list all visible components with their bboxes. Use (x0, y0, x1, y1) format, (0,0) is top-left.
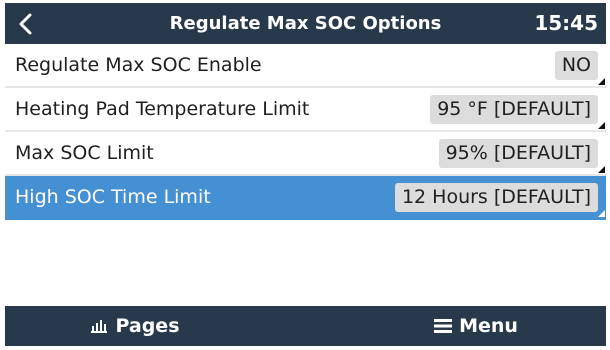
menu-icon (434, 319, 453, 333)
empty-list-area (5, 220, 606, 306)
clock: 15:45 (534, 11, 598, 35)
setting-row-heating-pad-temperature-limit[interactable]: Heating Pad Temperature Limit 95 °F [DEF… (5, 88, 606, 132)
bar-chart-icon (90, 319, 108, 333)
setting-value: NO (554, 51, 598, 80)
page-title: Regulate Max SOC Options (169, 13, 442, 34)
edit-corner-indicator (598, 78, 605, 85)
setting-value: 12 Hours [DEFAULT] (394, 183, 598, 212)
setting-label: Heating Pad Temperature Limit (15, 98, 310, 120)
edit-corner-indicator (598, 166, 605, 173)
setting-value: 95 °F [DEFAULT] (430, 95, 598, 124)
setting-label: High SOC Time Limit (15, 186, 211, 208)
pages-label: Pages (115, 315, 180, 337)
setting-row-max-soc-limit[interactable]: Max SOC Limit 95% [DEFAULT] (5, 132, 606, 176)
screen: Regulate Max SOC Options 15:45 Regulate … (0, 0, 610, 350)
settings-list: Regulate Max SOC Enable NO Heating Pad T… (5, 44, 606, 220)
setting-value: 95% [DEFAULT] (438, 139, 598, 168)
setting-row-regulate-max-soc-enable[interactable]: Regulate Max SOC Enable NO (5, 44, 606, 88)
edit-corner-indicator (598, 210, 605, 217)
footer-bar: Pages Menu (5, 306, 606, 346)
setting-label: Regulate Max SOC Enable (15, 54, 262, 76)
menu-label: Menu (459, 315, 518, 337)
setting-row-high-soc-time-limit[interactable]: High SOC Time Limit 12 Hours [DEFAULT] (5, 176, 606, 220)
menu-button[interactable]: Menu (346, 306, 606, 346)
pages-button[interactable]: Pages (5, 306, 265, 346)
edit-corner-indicator (598, 122, 605, 129)
setting-label: Max SOC Limit (15, 142, 154, 164)
header-bar: Regulate Max SOC Options 15:45 (5, 3, 606, 44)
